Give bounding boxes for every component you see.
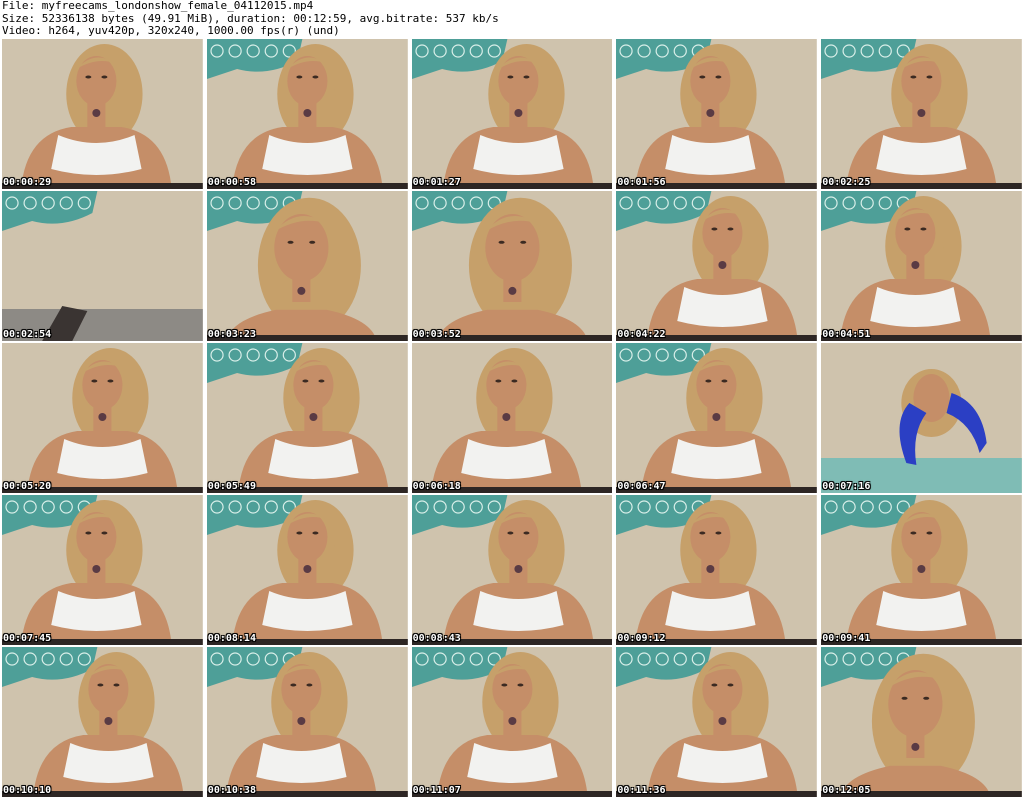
video-frame-image [206,495,408,645]
frame-timestamp: 00:11:07 [412,785,461,796]
frame-timestamp: 00:10:38 [207,785,256,796]
video-frame-image [206,39,408,189]
video-frame-image [411,343,613,493]
frame-timestamp: 00:08:14 [207,633,256,644]
frame-timestamp: 00:10:10 [3,785,52,796]
frame-timestamp: 00:08:43 [412,633,461,644]
frame-timestamp: 00:07:16 [822,481,871,492]
file-info-header: File: myfreecams_londonshow_female_04112… [2,0,1022,38]
video-thumbnail: 00:07:16 [821,343,1022,493]
video-thumbnail: 00:10:38 [206,647,408,797]
frame-timestamp: 00:06:47 [617,481,666,492]
frame-timestamp: 00:07:45 [3,633,52,644]
video-frame-image [411,647,613,797]
frame-timestamp: 00:02:25 [822,177,871,188]
video-frame-image [616,191,818,341]
video-thumbnail: 00:03:52 [411,191,613,341]
video-thumbnail: 00:00:58 [206,39,408,189]
frame-timestamp: 00:03:23 [207,329,256,340]
video-thumbnail: 00:01:27 [411,39,613,189]
video-thumbnail: 00:05:20 [2,343,203,493]
frame-timestamp: 00:09:41 [822,633,871,644]
video-frame-image [2,647,203,797]
video-thumbnail: 00:08:43 [411,495,613,645]
frame-timestamp: 00:00:29 [3,177,52,188]
video-thumbnail: 00:09:12 [616,495,818,645]
video-frame-image [411,495,613,645]
video-frame-image [616,647,818,797]
video-thumbnail: 00:00:29 [2,39,203,189]
video-thumbnail: 00:10:10 [2,647,203,797]
file-name-line: File: myfreecams_londonshow_female_04112… [2,0,314,12]
video-frame-image [2,39,203,189]
video-thumbnail: 00:12:05 [821,647,1022,797]
video-thumbnail: 00:03:23 [206,191,408,341]
frame-timestamp: 00:04:51 [822,329,871,340]
video-thumbnail: 00:11:07 [411,647,613,797]
video-info-line: Video: h264, yuv420p, 320x240, 1000.00 f… [2,24,340,37]
video-thumbnail: 00:04:22 [616,191,818,341]
video-thumbnail: 00:02:54 [2,191,203,341]
video-frame-image [821,39,1022,189]
video-frame-image [821,343,1022,493]
video-frame-image [821,647,1022,797]
thumbnail-grid: 00:00:29 00:00:58 00:01:27 00:01:56 00:02:25… [2,39,1022,797]
frame-timestamp: 00:05:49 [207,481,256,492]
video-frame-image [206,191,408,341]
frame-timestamp: 00:09:12 [617,633,666,644]
frame-timestamp: 00:05:20 [3,481,52,492]
video-frame-image [206,343,408,493]
video-frame-image [411,39,613,189]
video-thumbnail: 00:01:56 [616,39,818,189]
frame-timestamp: 00:02:54 [3,329,52,340]
frame-timestamp: 00:06:18 [412,481,461,492]
frame-timestamp: 00:12:05 [822,785,871,796]
frame-timestamp: 00:03:52 [412,329,461,340]
frame-timestamp: 00:01:56 [617,177,666,188]
video-frame-image [411,191,613,341]
frame-timestamp: 00:11:36 [617,785,666,796]
video-frame-image [821,191,1022,341]
video-thumbnail: 00:08:14 [206,495,408,645]
video-frame-image [2,343,203,493]
video-frame-image [616,343,818,493]
video-thumbnail: 00:07:45 [2,495,203,645]
video-frame-image [206,647,408,797]
video-thumbnail: 00:04:51 [821,191,1022,341]
video-thumbnail: 00:06:18 [411,343,613,493]
video-thumbnail: 00:11:36 [616,647,818,797]
video-frame-image [821,495,1022,645]
video-thumbnail: 00:06:47 [616,343,818,493]
frame-timestamp: 00:00:58 [207,177,256,188]
video-frame-image [616,495,818,645]
frame-timestamp: 00:04:22 [617,329,666,340]
frame-timestamp: 00:01:27 [412,177,461,188]
video-thumbnail: 00:05:49 [206,343,408,493]
contact-sheet: File: myfreecams_londonshow_female_04112… [0,0,1024,799]
video-frame-image [2,191,203,341]
video-thumbnail: 00:09:41 [821,495,1022,645]
video-thumbnail: 00:02:25 [821,39,1022,189]
video-frame-image [616,39,818,189]
video-frame-image [2,495,203,645]
